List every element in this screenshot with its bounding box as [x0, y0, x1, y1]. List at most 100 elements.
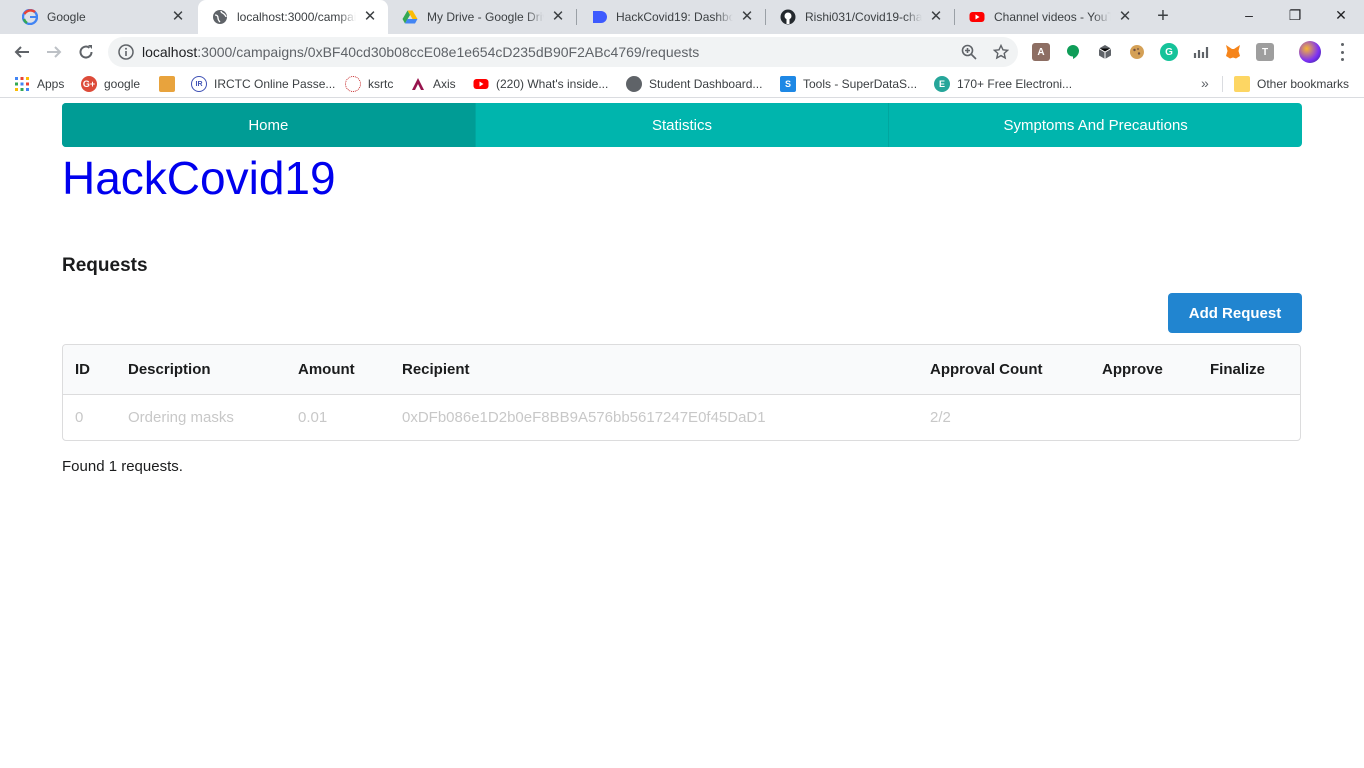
youtube-icon [473, 76, 489, 92]
bookmark-apps[interactable]: Apps [14, 76, 64, 92]
nav-home[interactable]: Home [62, 103, 475, 147]
bookmark-axis[interactable]: Axis [410, 76, 456, 92]
devpost-icon [591, 9, 607, 25]
bookmark-label: 170+ Free Electroni... [957, 77, 1073, 91]
column-header-id: ID [63, 345, 116, 395]
tab-close-icon[interactable]: ✕ [170, 9, 186, 25]
grammarly-extension-icon[interactable]: G [1160, 43, 1178, 61]
requests-heading: Requests [62, 255, 148, 276]
cell-approval-count: 2/2 [930, 409, 951, 426]
cube-extension-icon[interactable] [1096, 43, 1114, 61]
site-info-icon[interactable] [118, 44, 134, 60]
window-close-button[interactable]: ✕ [1318, 0, 1364, 30]
bookmark-student-dashboard[interactable]: Student Dashboard... [626, 76, 762, 92]
bookmark-irctc-ticket[interactable] [159, 76, 182, 92]
nav-statistics[interactable]: Statistics [474, 103, 889, 147]
profile-avatar[interactable] [1299, 41, 1321, 63]
cell-amount: 0.01 [298, 409, 328, 426]
bookmark-label: google [104, 77, 141, 91]
column-header-approve: Approve [1090, 345, 1198, 395]
superdatascience-icon: S [780, 76, 796, 92]
add-request-button[interactable]: Add Request [1168, 293, 1302, 333]
axis-bank-icon [410, 76, 426, 92]
bookmark-google[interactable]: G+ google [81, 76, 140, 92]
electronics-icon: E [934, 76, 950, 92]
apps-grid-icon [14, 76, 30, 92]
column-header-finalize: Finalize [1198, 345, 1300, 395]
tab-close-icon[interactable]: ✕ [928, 9, 944, 25]
globe-icon [626, 76, 642, 92]
tab-title: Channel videos - YouTube [994, 10, 1111, 24]
bookmarks-divider [1222, 76, 1223, 92]
tab-title: Google [47, 10, 86, 24]
column-header-approval-count: Approval Count [918, 345, 1090, 395]
tab-close-icon[interactable]: ✕ [739, 9, 755, 25]
tab-title: Rishi031/Covid19-charity [805, 10, 922, 24]
chrome-menu-icon[interactable] [1336, 43, 1348, 61]
bookmark-electronics[interactable]: E 170+ Free Electroni... [934, 76, 1072, 92]
tab-title: My Drive - Google Drive [427, 10, 544, 24]
other-bookmarks-folder[interactable]: Other bookmarks [1234, 76, 1349, 92]
address-bar[interactable]: localhost:3000/campaigns/0xBF40cd30b08cc… [108, 37, 1018, 67]
irctc-logo-icon: IR [191, 76, 207, 92]
brand-title[interactable]: HackCovid19 [62, 151, 336, 205]
bookmark-superdatascience[interactable]: S Tools - SuperDataS... [780, 76, 917, 92]
nav-symptoms-precautions[interactable]: Symptoms And Precautions [888, 103, 1302, 147]
text-extension-icon[interactable]: T [1256, 43, 1274, 61]
back-button[interactable] [8, 38, 36, 66]
tab-close-icon[interactable]: ✕ [362, 9, 378, 25]
hangouts-extension-icon[interactable] [1064, 43, 1082, 61]
folder-icon [1234, 76, 1250, 92]
tab-strip: Google ✕ localhost:3000/campaigns ✕ My D… [0, 0, 1364, 34]
cell-finalize [1198, 395, 1300, 440]
page-content: Home Statistics Symptoms And Precautions… [0, 99, 1364, 768]
tab-github[interactable]: Rishi031/Covid19-charity ✕ [766, 0, 954, 34]
tab-hackcovid-dashboard[interactable]: HackCovid19: Dashboard ✕ [577, 0, 765, 34]
bookmark-label: Apps [37, 77, 65, 91]
cell-description: Ordering masks [128, 409, 234, 426]
cell-recipient: 0xDFb086e1D2b0eF8BB9A576bb5617247E0f45Da… [402, 409, 766, 426]
cell-approve [1090, 395, 1198, 440]
tab-title: HackCovid19: Dashboard [616, 10, 733, 24]
bookmark-label: Axis [433, 77, 456, 91]
bookmarks-bar: Apps G+ google IR IRCTC Online Passe... … [0, 70, 1364, 98]
url-path: :3000/campaigns/0xBF40cd30b08ccE08e1e654… [197, 44, 700, 60]
table-row: 0 Ordering masks 0.01 0xDFb086e1D2b0eF8B… [63, 395, 1300, 440]
table-header-row: ID Description Amount Recipient Approval… [63, 345, 1300, 395]
tab-title: localhost:3000/campaigns [237, 10, 356, 24]
requests-table: ID Description Amount Recipient Approval… [62, 344, 1301, 441]
bookmark-youtube[interactable]: (220) What's inside... [473, 76, 608, 92]
browser-toolbar: localhost:3000/campaigns/0xBF40cd30b08cc… [0, 34, 1364, 70]
more-bookmarks-button[interactable]: » [1201, 75, 1209, 91]
tab-google-drive[interactable]: My Drive - Google Drive ✕ [388, 0, 576, 34]
bookmark-label: ksrtc [368, 77, 394, 91]
bookmark-label: Student Dashboard... [649, 77, 763, 91]
bookmark-star-icon[interactable] [992, 43, 1010, 61]
tab-youtube[interactable]: Channel videos - YouTube ✕ [955, 0, 1143, 34]
analytics-extension-icon[interactable] [1192, 43, 1210, 61]
reload-icon [79, 45, 93, 59]
column-header-amount: Amount [286, 345, 390, 395]
bookmark-ksrtc[interactable]: ksrtc [345, 76, 393, 92]
google-plus-icon: G+ [81, 76, 97, 92]
new-tab-button[interactable]: + [1152, 5, 1174, 27]
tab-close-icon[interactable]: ✕ [1117, 9, 1133, 25]
tab-close-icon[interactable]: ✕ [550, 9, 566, 25]
arrow-left-icon [14, 46, 29, 58]
bookmark-irctc[interactable]: IR IRCTC Online Passe... [191, 76, 335, 92]
forward-button[interactable] [40, 38, 68, 66]
restore-button[interactable]: ❐ [1272, 0, 1318, 30]
youtube-icon [969, 9, 985, 25]
github-icon [780, 9, 796, 25]
found-requests-count: Found 1 requests. [62, 458, 183, 475]
zoom-icon[interactable] [960, 43, 978, 61]
pdf-extension-icon[interactable]: A [1032, 43, 1050, 61]
google-icon [22, 9, 38, 25]
tab-campaign-requests[interactable]: localhost:3000/campaigns ✕ [198, 0, 388, 34]
tab-google[interactable]: Google ✕ [8, 0, 196, 34]
reload-button[interactable] [72, 38, 100, 66]
minimize-button[interactable]: – [1226, 0, 1272, 30]
bookmark-label: Other bookmarks [1257, 77, 1350, 91]
cookie-extension-icon[interactable] [1128, 43, 1146, 61]
metamask-extension-icon[interactable] [1224, 43, 1242, 61]
